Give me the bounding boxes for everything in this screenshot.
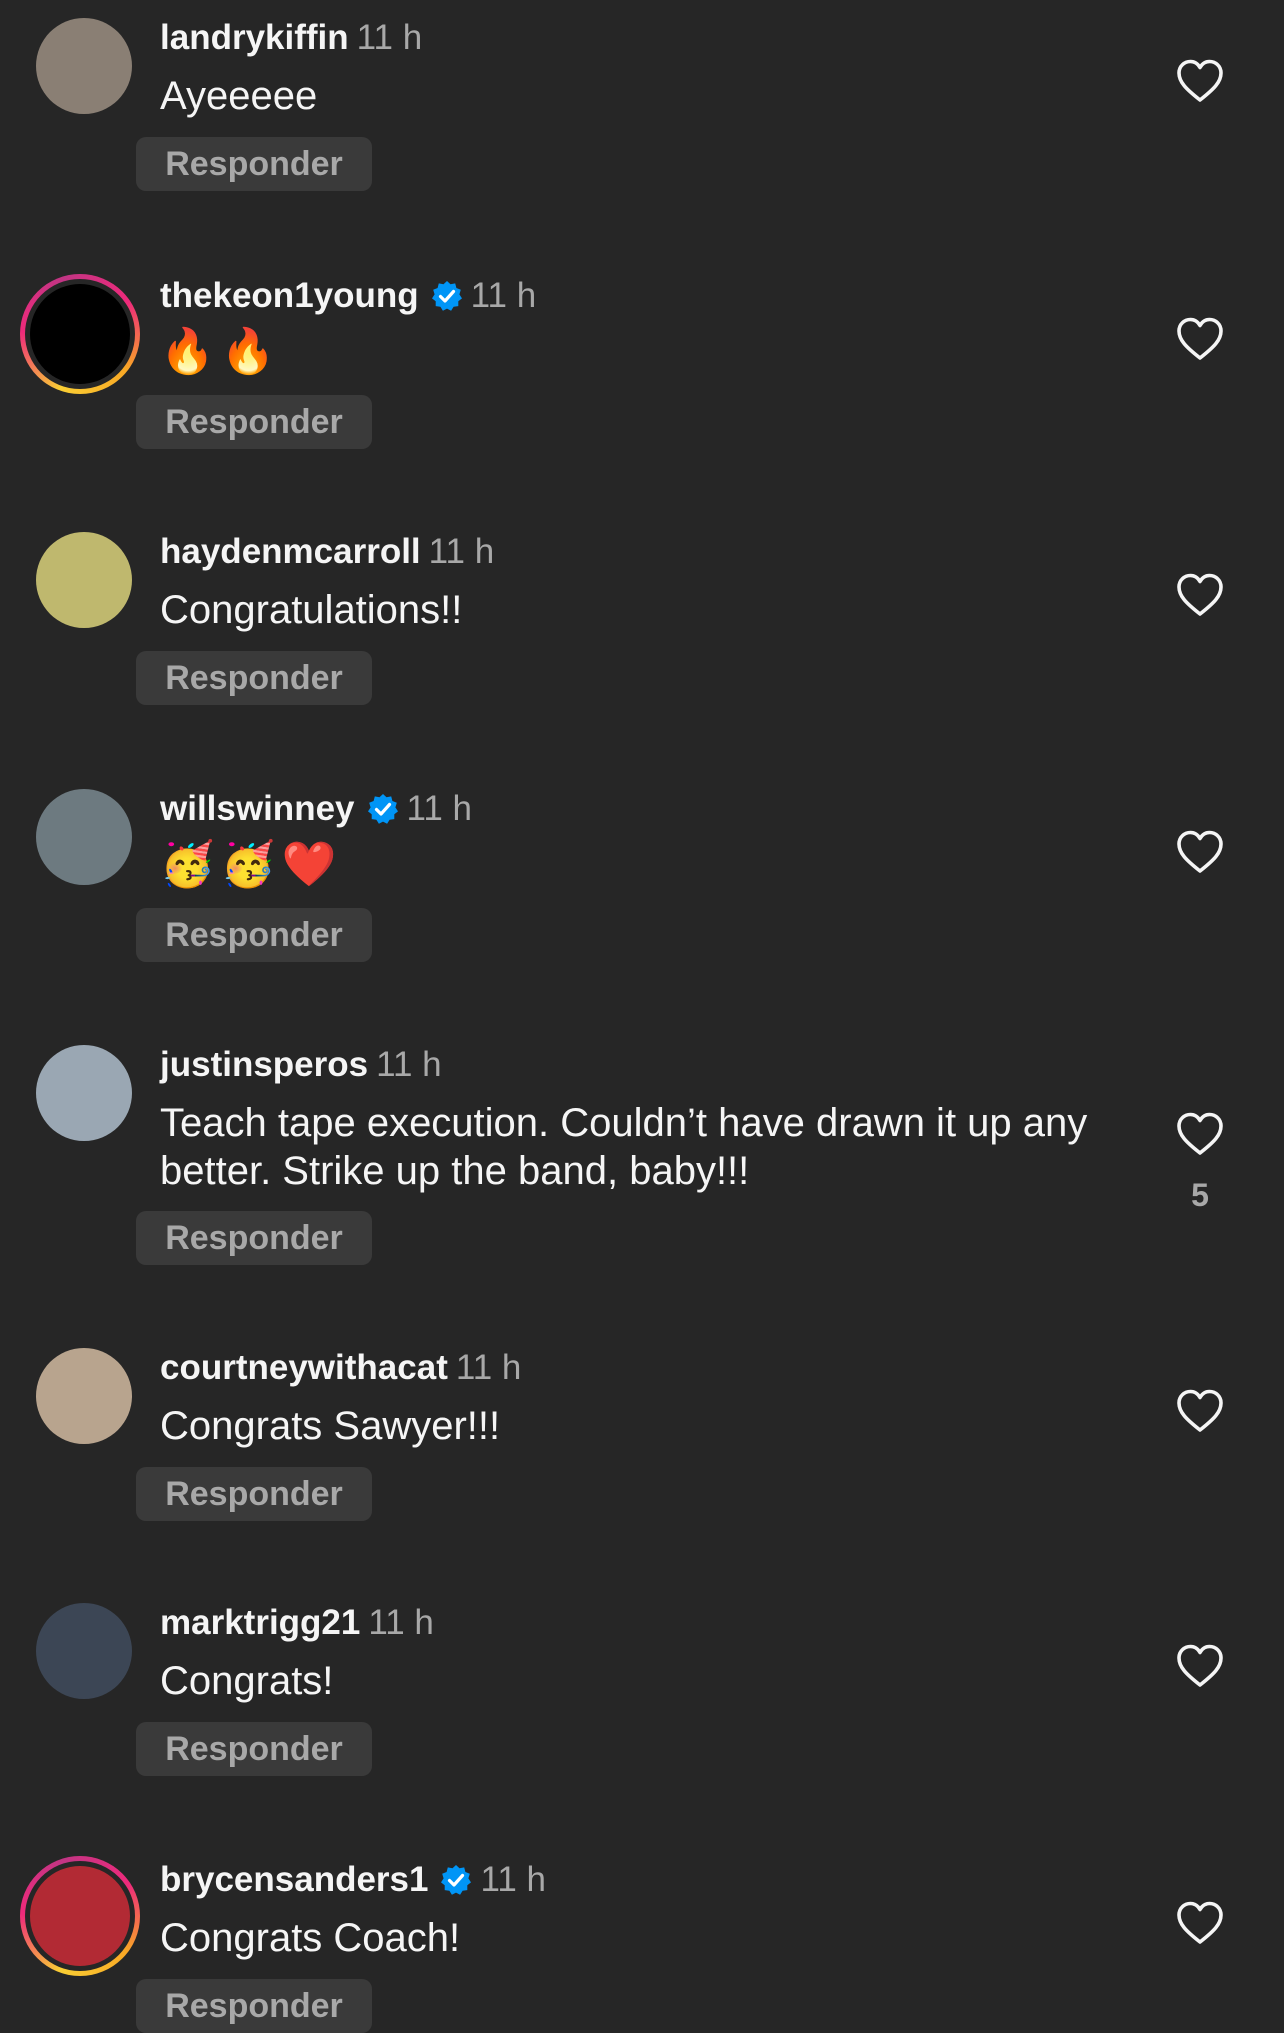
like-heart-icon[interactable]	[1176, 1111, 1224, 1159]
timestamp[interactable]: 11 h	[480, 1860, 546, 1899]
avatar-image	[36, 1603, 132, 1699]
username-link[interactable]: marktrigg21	[160, 1603, 360, 1642]
username-link[interactable]: willswinney	[160, 789, 355, 828]
username-link[interactable]: courtneywithacat	[160, 1348, 448, 1387]
comment-header: willswinney 11 h	[160, 787, 472, 831]
like-heart-icon[interactable]	[1176, 1388, 1224, 1436]
avatar[interactable]	[20, 274, 140, 394]
like-count[interactable]: 5	[1176, 1177, 1224, 1214]
comment-header: haydenmcarroll 11 h	[160, 530, 494, 574]
verified-badge-icon	[431, 279, 463, 311]
comment-header: landrykiffin 11 h	[160, 16, 422, 60]
avatar[interactable]	[20, 1856, 140, 1976]
username-link[interactable]: brycensanders1	[160, 1860, 428, 1899]
avatar[interactable]	[36, 1603, 132, 1699]
reply-button[interactable]: Responder	[136, 1979, 372, 2033]
avatar-image	[36, 1045, 132, 1141]
comment-header: courtneywithacat 11 h	[160, 1346, 521, 1390]
like-heart-icon[interactable]	[1176, 58, 1224, 106]
comment-header: brycensanders1 11 h	[160, 1858, 546, 1902]
comment-text: Teach tape execution. Couldn’t have draw…	[160, 1101, 1088, 1193]
avatar-image	[36, 789, 132, 885]
timestamp[interactable]: 11 h	[357, 18, 423, 57]
reply-button[interactable]: Responder	[136, 1722, 372, 1776]
comment-text: Congrats Coach!	[160, 1916, 461, 1960]
timestamp[interactable]: 11 h	[407, 789, 473, 828]
avatar-image	[30, 284, 130, 384]
story-ring	[20, 274, 140, 394]
avatar[interactable]	[36, 789, 132, 885]
like-heart-icon[interactable]	[1176, 1643, 1224, 1691]
like-heart-icon[interactable]	[1176, 829, 1224, 877]
timestamp[interactable]: 11 h	[368, 1603, 434, 1642]
reply-button[interactable]: Responder	[136, 651, 372, 705]
avatar[interactable]	[36, 532, 132, 628]
like-heart-icon[interactable]	[1176, 572, 1224, 620]
comment-text: 🔥🔥	[160, 327, 282, 376]
username-link[interactable]: haydenmcarroll	[160, 532, 421, 571]
username-link[interactable]: thekeon1young	[160, 276, 419, 315]
comment-header: thekeon1young 11 h	[160, 274, 536, 318]
timestamp[interactable]: 11 h	[456, 1348, 522, 1387]
comment-text: Congrats Sawyer!!!	[160, 1404, 501, 1448]
verified-badge-icon	[440, 1863, 472, 1895]
comment-text: Ayeeeee	[160, 74, 318, 118]
comment-text: 🥳🥳❤️	[160, 840, 343, 889]
avatar-image	[30, 1866, 130, 1966]
comment-text: Congrats!	[160, 1659, 334, 1703]
reply-button[interactable]: Responder	[136, 1211, 372, 1265]
comments-list: landrykiffin 11 h Ayeeeee Responder thekeon1…	[0, 0, 1284, 2033]
comment-header: marktrigg21 11 h	[160, 1601, 434, 1645]
timestamp[interactable]: 11 h	[429, 532, 495, 571]
comment-header: justinsperos 11 h	[160, 1043, 442, 1087]
verified-badge-icon	[367, 792, 399, 824]
timestamp[interactable]: 11 h	[376, 1045, 442, 1084]
timestamp[interactable]: 11 h	[471, 276, 537, 315]
username-link[interactable]: justinsperos	[160, 1045, 368, 1084]
like-heart-icon[interactable]	[1176, 316, 1224, 364]
avatar-image	[36, 1348, 132, 1444]
reply-button[interactable]: Responder	[136, 1467, 372, 1521]
reply-button[interactable]: Responder	[136, 908, 372, 962]
reply-button[interactable]: Responder	[136, 395, 372, 449]
username-link[interactable]: landrykiffin	[160, 18, 349, 57]
comment-text: Congratulations!!	[160, 588, 463, 632]
avatar-image	[36, 18, 132, 114]
avatar[interactable]	[36, 1045, 132, 1141]
avatar[interactable]	[36, 1348, 132, 1444]
story-ring	[20, 1856, 140, 1976]
avatar-image	[36, 532, 132, 628]
avatar[interactable]	[36, 18, 132, 114]
reply-button[interactable]: Responder	[136, 137, 372, 191]
like-heart-icon[interactable]	[1176, 1900, 1224, 1948]
